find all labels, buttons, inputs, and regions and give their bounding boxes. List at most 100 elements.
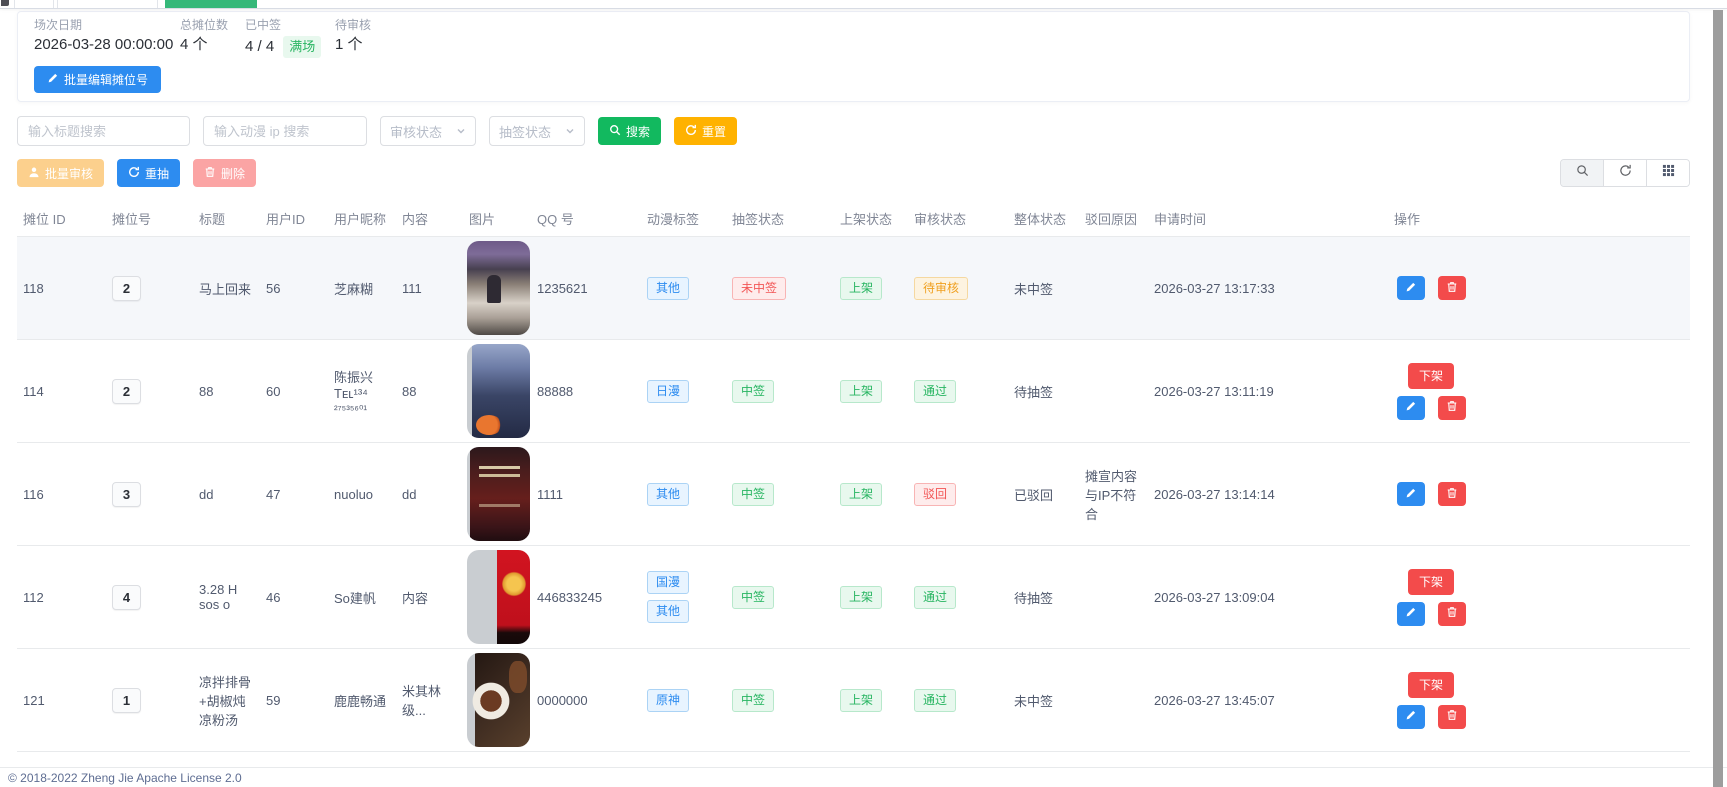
batch-edit-booth-number-button[interactable]: 批量编辑摊位号	[34, 66, 161, 93]
column-header: 标题	[193, 200, 260, 237]
row-delete-button[interactable]	[1438, 705, 1466, 729]
cell-lottery-status: 中签	[726, 649, 834, 752]
stat-label: 待审核	[335, 18, 371, 32]
cell-audit-status-badge: 待审核	[914, 277, 968, 300]
row-delete-button[interactable]	[1438, 482, 1466, 506]
booth-number-box: 1	[112, 688, 141, 713]
search-button[interactable]: 搜索	[598, 117, 661, 145]
row-edit-button[interactable]	[1397, 396, 1425, 420]
vertical-scrollbar[interactable]	[1713, 10, 1723, 787]
cell-anime-tags: 原神	[641, 649, 726, 752]
table-row[interactable]: 1182马上回来56芝麻糊1111235621其他未中签上架待审核未中签2026…	[17, 237, 1690, 340]
offshelf-button[interactable]: 下架	[1408, 672, 1454, 698]
row-delete-button[interactable]	[1438, 396, 1466, 420]
toolbar-columns-grid-button[interactable]	[1646, 160, 1689, 186]
cell-nickname: 陈振兴Tᴇʟ¹³⁴²⁷⁵³⁵⁶⁰¹	[328, 340, 396, 443]
toolbar-refresh-button[interactable]	[1603, 160, 1646, 186]
table-row[interactable]: 11428860陈振兴Tᴇʟ¹³⁴²⁷⁵³⁵⁶⁰¹8888888日漫中签上架通过…	[17, 340, 1690, 443]
nickname-line: 芝麻糊	[334, 279, 390, 298]
cell-nickname: nuoluo	[328, 443, 396, 546]
table-row[interactable]: 1163dd47nuoluodd1111其他中签上架驳回已驳回摊宣内容与IP不符…	[17, 443, 1690, 546]
lottery-status-select[interactable]: 抽签状态	[489, 116, 585, 146]
stat-won: 已中签 4 / 4 满场	[245, 18, 335, 58]
offshelf-button[interactable]: 下架	[1408, 363, 1454, 389]
toolbar-search-toggle-button[interactable]	[1561, 160, 1603, 186]
booth-image-thumbnail[interactable]	[467, 241, 530, 335]
title-search-input[interactable]	[17, 116, 190, 146]
cell-qq-number: 446833245	[531, 546, 641, 649]
booth-image-thumbnail[interactable]	[467, 447, 530, 541]
row-operations: 下架	[1394, 672, 1468, 729]
cell-image	[463, 237, 531, 340]
cell-audit-status: 待审核	[908, 237, 1008, 340]
stat-label: 场次日期	[34, 18, 180, 32]
batch-delete-button[interactable]: 删除	[193, 159, 256, 187]
tab-stub[interactable]	[14, 0, 54, 8]
cell-overall-status: 未中签	[1008, 649, 1079, 752]
active-tab-stub[interactable]	[165, 0, 257, 8]
cell-title: dd	[193, 443, 260, 546]
cell-booth-id: 114	[17, 340, 106, 443]
batch-audit-button[interactable]: 批量审核	[17, 159, 104, 187]
chevron-down-icon	[565, 124, 575, 139]
tab-stub[interactable]	[57, 0, 158, 8]
reset-button[interactable]: 重置	[674, 117, 737, 145]
booth-image-thumbnail[interactable]	[467, 344, 530, 438]
booth-image-thumbnail[interactable]	[467, 550, 530, 644]
column-header: 用户昵称	[328, 200, 396, 237]
nickname-line: 鹿鹿畅通	[334, 691, 390, 710]
booth-image-thumbnail[interactable]	[467, 653, 530, 747]
redraw-button[interactable]: 重抽	[117, 159, 180, 187]
booth-applications-table: 摊位 ID摊位号标题用户ID用户昵称内容图片QQ 号动漫标签抽签状态上架状态审核…	[17, 200, 1690, 752]
cell-reject-reason	[1079, 546, 1148, 649]
table-row[interactable]: 11243.28 H sos o46So建帆内容446833245国漫其他中签上…	[17, 546, 1690, 649]
offshelf-button[interactable]: 下架	[1408, 569, 1454, 595]
stat-value: 2026-03-28 00:00:00	[34, 36, 180, 54]
row-edit-button[interactable]	[1397, 276, 1425, 300]
cell-reject-reason	[1079, 340, 1148, 443]
stat-session-date: 场次日期 2026-03-28 00:00:00	[34, 18, 180, 58]
stat-label: 总摊位数	[180, 18, 245, 32]
cell-booth-number: 2	[106, 340, 193, 443]
row-edit-button[interactable]	[1397, 602, 1425, 626]
cell-lottery-status: 中签	[726, 546, 834, 649]
cell-user-id: 46	[260, 546, 328, 649]
anime-ip-search-input[interactable]	[203, 116, 367, 146]
select-placeholder: 抽签状态	[499, 122, 551, 141]
row-delete-button[interactable]	[1438, 276, 1466, 300]
column-header: 上架状态	[834, 200, 908, 237]
button-label: 删除	[221, 165, 245, 182]
cell-qq-number: 0000000	[531, 649, 641, 752]
column-header: 摊位 ID	[17, 200, 106, 237]
cell-booth-id: 112	[17, 546, 106, 649]
cell-booth-id: 116	[17, 443, 106, 546]
cell-apply-time: 2026-03-27 13:09:04	[1148, 546, 1388, 649]
stats-row: 场次日期 2026-03-28 00:00:00 总摊位数 4 个 已中签 4 …	[34, 18, 1673, 58]
magnifier-icon	[609, 124, 621, 139]
column-header: 整体状态	[1008, 200, 1079, 237]
edit-pencil-icon	[1405, 487, 1417, 502]
cell-anime-tags: 其他	[641, 443, 726, 546]
cell-operations	[1388, 237, 1690, 340]
shop-counter-photo	[467, 241, 530, 335]
trash-icon	[1446, 709, 1458, 724]
edit-delete-group	[1397, 396, 1466, 420]
row-edit-button[interactable]	[1397, 482, 1425, 506]
cell-title: 3.28 H sos o	[193, 546, 260, 649]
booth-number-box: 4	[112, 585, 141, 610]
row-delete-button[interactable]	[1438, 602, 1466, 626]
cell-lottery-status: 中签	[726, 340, 834, 443]
audit-status-select[interactable]: 审核状态	[380, 116, 476, 146]
tab-bar	[0, 0, 1727, 9]
edit-pencil-icon	[47, 72, 59, 87]
row-edit-button[interactable]	[1397, 705, 1425, 729]
table-row[interactable]: 1211凉拌排骨+胡椒炖凉粉汤59鹿鹿畅通米其林级...0000000原神中签上…	[17, 649, 1690, 752]
copyright-text: © 2018-2022 Zheng Jie Apache License 2.0	[8, 771, 242, 785]
cell-booth-id: 118	[17, 237, 106, 340]
cell-operations: 下架	[1388, 546, 1690, 649]
cell-title: 88	[193, 340, 260, 443]
anime-tags: 原神	[647, 689, 720, 712]
cell-shelf-status: 上架	[834, 340, 908, 443]
cell-shelf-status: 上架	[834, 649, 908, 752]
cell-booth-number: 1	[106, 649, 193, 752]
